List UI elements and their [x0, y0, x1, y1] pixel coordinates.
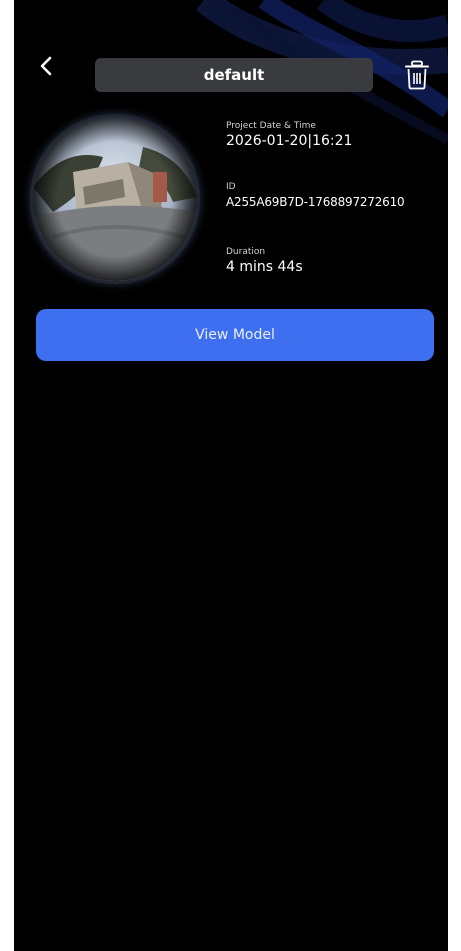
trash-icon [405, 60, 429, 90]
project-id-label: ID [226, 182, 236, 192]
project-duration-label: Duration [226, 247, 266, 257]
project-duration-value: 4 mins 44s [226, 259, 303, 275]
project-id-value: A255A69B7D-1768897272610 [226, 195, 405, 209]
project-date-value: 2026-01-20|16:21 [226, 133, 353, 149]
project-duration-block: Duration 4 mins 44s [226, 246, 303, 276]
project-date-label: Project Date & Time [226, 121, 316, 131]
project-detail-screen: default Project Date & Time 2026-01-20|1… [14, 0, 448, 951]
delete-button[interactable] [401, 57, 433, 93]
project-title: default [95, 58, 373, 92]
project-title-text: default [203, 66, 265, 84]
back-button[interactable] [32, 52, 60, 80]
project-date-block: Project Date & Time 2026-01-20|16:21 [226, 120, 352, 150]
project-id-block: ID A255A69B7D-1768897272610 [226, 181, 405, 211]
project-thumbnail[interactable] [33, 117, 197, 281]
chevron-left-icon [40, 56, 52, 76]
fisheye-photo-image [33, 117, 197, 281]
view-model-button[interactable]: View Model [36, 309, 434, 361]
